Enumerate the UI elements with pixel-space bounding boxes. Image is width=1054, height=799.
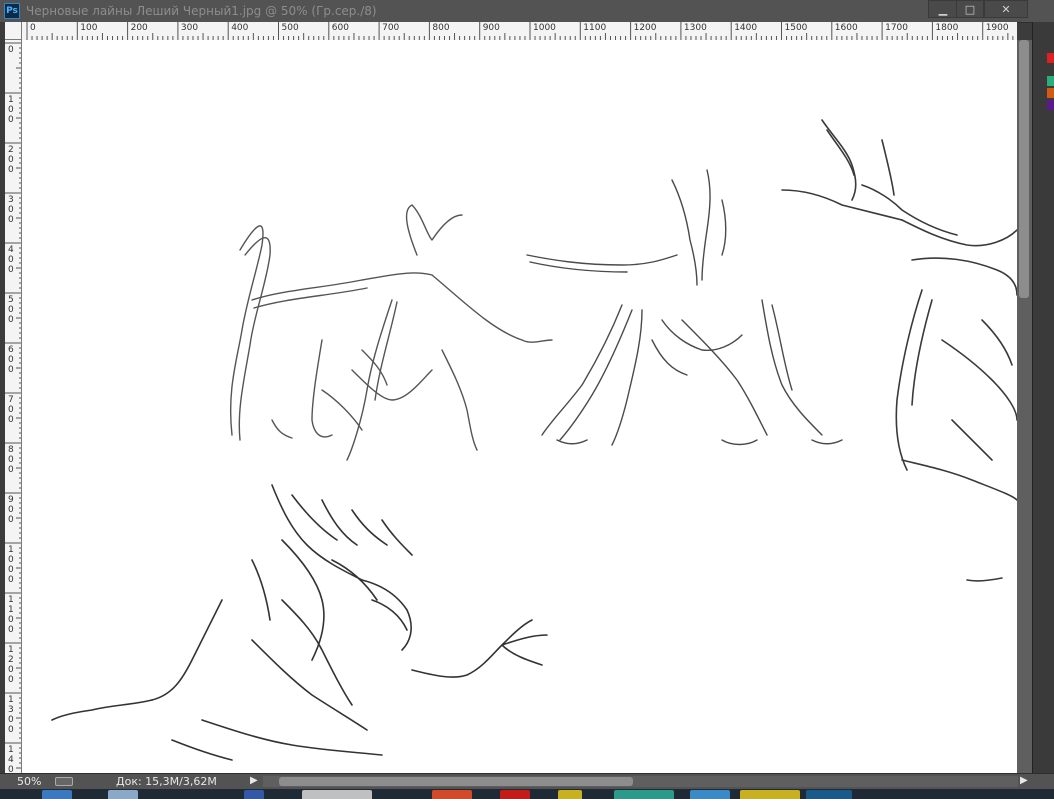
ruler-tick-label: 600 [331, 23, 349, 33]
ruler-origin[interactable] [5, 22, 22, 40]
ruler-tick-label: 7 0 0 [8, 395, 14, 425]
right-panel-dock [1032, 22, 1054, 773]
taskbar-item[interactable] [690, 790, 730, 799]
proof-setup-icon[interactable] [55, 777, 73, 786]
ruler-tick-label: 500 [281, 23, 299, 33]
taskbar-item[interactable] [432, 790, 472, 799]
taskbar-item[interactable] [806, 790, 852, 799]
vertical-ruler[interactable]: 0 1 0 0 2 0 0 3 0 0 4 0 0 5 0 0 6 0 0 7 0 0 8 0 … [5, 40, 22, 773]
photoshop-logo-icon: Ps [4, 3, 20, 19]
ruler-tick-label: 1 4 0 0 [8, 745, 14, 773]
sketch-creature-3 [781, 119, 1017, 582]
ruler-tick-label: 6 0 0 [8, 345, 14, 375]
ruler-tick-label: 300 [180, 23, 199, 33]
ruler-tick-label: 800 [432, 23, 450, 33]
ruler-tick-label: 0 [30, 23, 36, 33]
ruler-tick-label: 1300 [683, 23, 707, 33]
close-icon: ✕ [1001, 3, 1011, 16]
swatch-orange[interactable] [1047, 88, 1054, 98]
title-bar: Ps Черновые лайны Леший Черный1.jpg @ 50… [0, 0, 1054, 23]
ruler-tick-label: 900 [482, 23, 500, 33]
horizontal-ruler[interactable]: 0 100 200 300 400 500 600 700 800 900 1000 1100 1200… [22, 22, 1017, 41]
scroll-right-arrow-icon[interactable]: ▶ [1020, 775, 1028, 786]
ruler-tick-label: 3 0 0 [8, 195, 14, 225]
ruler-tick-label: 1 3 0 0 [8, 695, 14, 735]
ruler-tick-label: 5 0 0 [8, 295, 14, 325]
ruler-tick-label: 1600 [834, 23, 858, 33]
ruler-tick-label: 1100 [583, 23, 607, 33]
ruler-tick-label: 1 2 0 0 [8, 645, 14, 685]
taskbar-item[interactable] [614, 790, 674, 799]
taskbar-item[interactable] [108, 790, 138, 799]
taskbar-item[interactable] [500, 790, 530, 799]
sketch-creature-1 [229, 204, 553, 461]
taskbar-item[interactable] [558, 790, 582, 799]
swatch-red[interactable] [1047, 53, 1054, 63]
ruler-tick-label: 1900 [985, 23, 1009, 33]
taskbar-item[interactable] [302, 790, 372, 799]
horizontal-ruler-ticks [26, 22, 1014, 40]
ruler-tick-label: 1 1 0 0 [8, 595, 14, 635]
ruler-tick-label: 1700 [885, 23, 908, 33]
ruler-tick-label: 1 0 0 0 [8, 545, 14, 585]
ruler-tick-label: 1400 [734, 23, 758, 33]
taskbar-item[interactable] [244, 790, 264, 799]
swatch-purple[interactable] [1047, 100, 1054, 110]
close-button[interactable]: ✕ [984, 0, 1028, 18]
ruler-tick-label: 1 0 0 [8, 95, 14, 125]
maximize-button[interactable]: □ [956, 0, 984, 18]
swatch-green[interactable] [1047, 76, 1054, 86]
zoom-level[interactable]: 50% [17, 775, 41, 788]
sketch-creature-4 [51, 484, 548, 761]
ruler-tick-label: 8 0 0 [8, 445, 14, 475]
minimize-button[interactable]: ▁ [928, 0, 958, 18]
ruler-tick-label: 700 [382, 23, 400, 33]
sketch-creature-2 [526, 169, 843, 446]
ruler-tick-label: 400 [231, 23, 249, 33]
ruler-tick-label: 0 [8, 45, 14, 55]
ruler-tick-label: 200 [130, 23, 148, 33]
ruler-tick-label: 1000 [533, 23, 556, 33]
ruler-tick-label: 9 0 0 [8, 495, 14, 525]
vertical-scrollbar[interactable] [1017, 40, 1032, 773]
document-title: Черновые лайны Леший Черный1.jpg @ 50% (… [26, 4, 377, 18]
vertical-scroll-thumb[interactable] [1019, 40, 1029, 298]
ruler-tick-label: 4 0 0 [8, 245, 14, 275]
document-size-info: Док: 15,3M/3,62M [116, 775, 217, 788]
status-bar: 50% Док: 15,3M/3,62M ▶ ▶ [0, 773, 1054, 789]
horizontal-scroll-thumb[interactable] [279, 777, 633, 786]
status-menu-arrow-icon[interactable]: ▶ [250, 775, 258, 786]
ruler-tick-label: 1500 [784, 23, 808, 33]
windows-taskbar [0, 789, 1054, 799]
taskbar-item[interactable] [740, 790, 800, 799]
ruler-tick-label: 100 [80, 23, 98, 33]
ruler-tick-label: 1200 [633, 23, 657, 33]
minimize-icon: ▁ [938, 3, 948, 16]
maximize-icon: □ [964, 3, 976, 16]
horizontal-scrollbar[interactable] [263, 776, 1018, 787]
taskbar-item[interactable] [42, 790, 72, 799]
ruler-tick-label: 2 0 0 [8, 145, 14, 175]
ruler-tick-label: 1800 [935, 23, 959, 33]
sketch-artwork [51, 119, 1017, 761]
document-canvas[interactable] [22, 40, 1017, 773]
